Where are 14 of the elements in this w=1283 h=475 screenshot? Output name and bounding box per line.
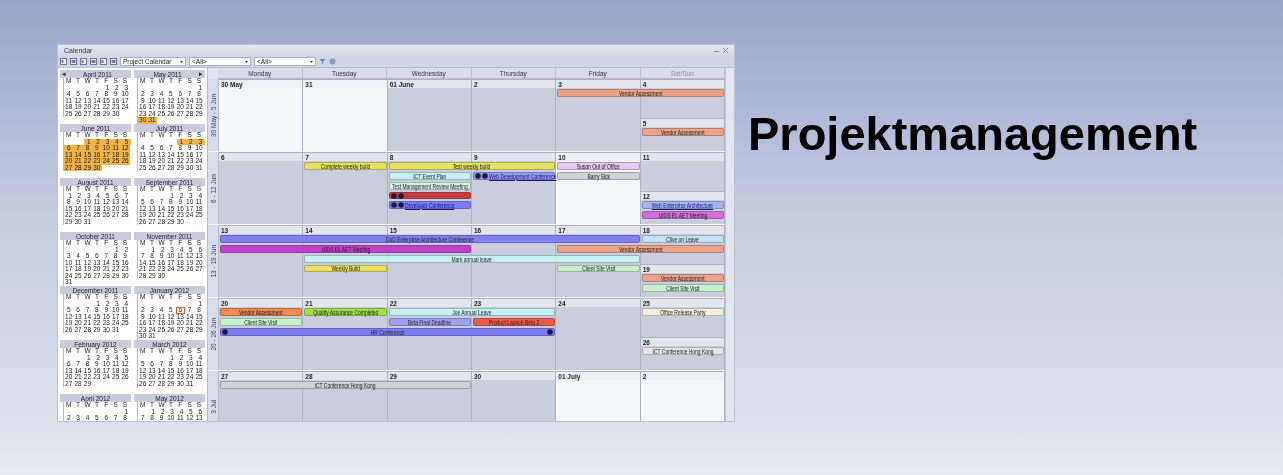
slide-title: Projektmanagement xyxy=(748,106,1198,161)
calendar-view-icon[interactable] xyxy=(80,58,87,65)
close-icon[interactable] xyxy=(723,48,728,53)
caret-icon xyxy=(245,60,248,63)
calendar-view-icon[interactable] xyxy=(70,58,77,65)
caret-icon xyxy=(310,60,313,63)
calendar-view-icon[interactable] xyxy=(90,58,97,65)
calendar-view-icon[interactable] xyxy=(110,58,117,65)
calendar-view-icon[interactable] xyxy=(100,58,107,65)
calendar-event[interactable] xyxy=(388,192,471,199)
minimize-icon[interactable] xyxy=(714,48,719,53)
filter-icon[interactable] xyxy=(319,58,326,65)
caret-icon xyxy=(180,60,183,63)
calendar-view-icon[interactable] xyxy=(60,58,67,65)
